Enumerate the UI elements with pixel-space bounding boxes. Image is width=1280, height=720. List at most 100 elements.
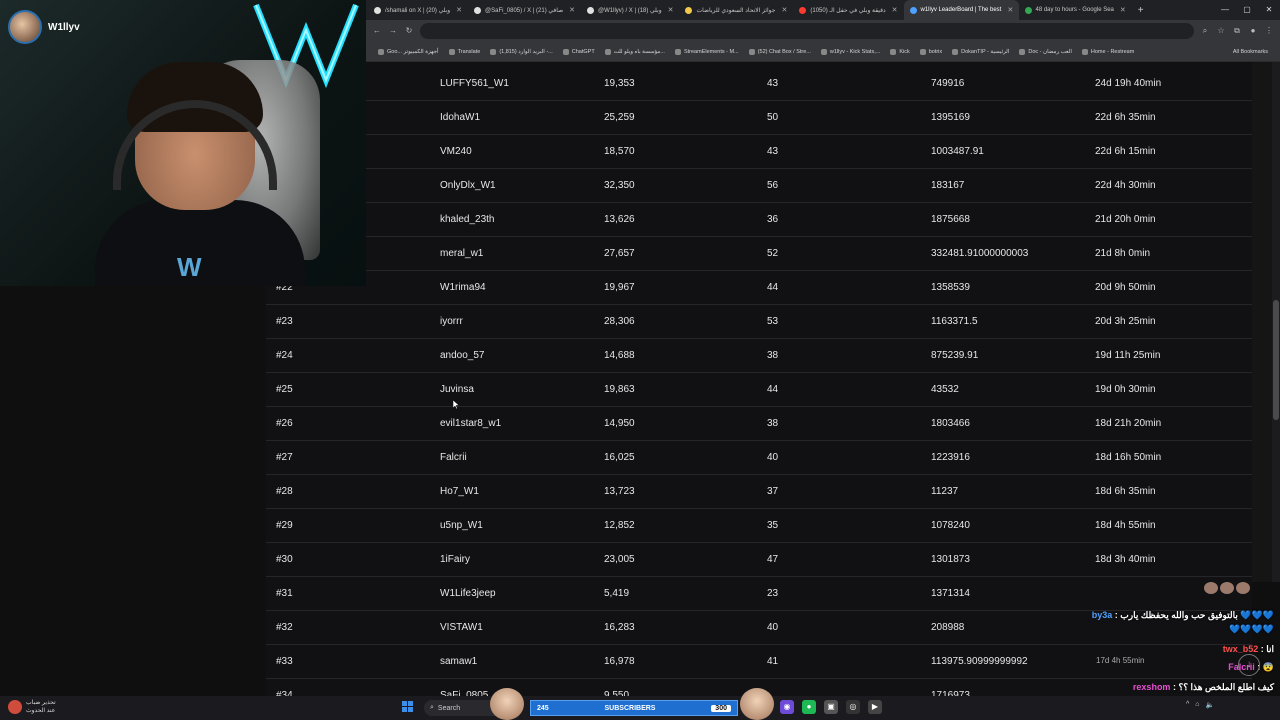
chat-text: كيف اطلع الملخص هذا ؟؟ [1178, 682, 1274, 692]
weather-widget[interactable]: تحذير ضباب عند الحدوث [8, 699, 56, 715]
zoom-icon[interactable]: ⌕ [1200, 26, 1210, 36]
bookmark-item[interactable]: Kick [890, 48, 910, 55]
bookmark-label: (1,815) البريد الوارد -... [499, 48, 553, 55]
table-row: #28 Ho7_W1 13,723 37 11237 18d 6h 35min [266, 475, 1252, 509]
minimize-icon[interactable]: — [1214, 0, 1236, 20]
level-cell: 38 [767, 350, 779, 361]
watch-time-cell: 22d 6h 35min [1095, 112, 1156, 123]
discord-icon[interactable]: ◉ [780, 700, 794, 714]
watch-time-cell: 18d 16h 50min [1095, 452, 1162, 463]
mascot-left-icon [490, 688, 524, 720]
close-icon[interactable]: ✕ [1258, 0, 1280, 20]
new-tab-button[interactable]: + [1132, 5, 1150, 16]
messages-cell: 16,025 [604, 452, 635, 463]
chevron-up-icon[interactable]: ^ [1186, 701, 1189, 709]
messages-cell: 19,863 [604, 384, 635, 395]
streamer-person: W [95, 62, 305, 286]
messages-cell: 16,283 [604, 622, 635, 633]
tab-favicon-icon [685, 6, 693, 14]
start-icon[interactable] [402, 701, 414, 713]
menu-icon[interactable]: ⋮ [1264, 26, 1274, 36]
browser-tab[interactable]: @W1llyv) / X | (18) وبلي ✕ [581, 0, 679, 20]
rank-cell: #28 [276, 486, 293, 497]
browser-tab[interactable]: (1050) دقيقة وبلي في حفل الـ ✕ [793, 0, 903, 20]
points-cell: 1358539 [931, 282, 970, 293]
watch-time-cell: 24d 19h 40min [1095, 78, 1162, 89]
username-cell: Falcrii [440, 452, 467, 463]
spotify-icon[interactable]: ● [802, 700, 816, 714]
all-bookmarks-button[interactable]: All Bookmarks [1233, 49, 1268, 55]
chat-username[interactable]: twx_b52 [1223, 644, 1259, 654]
bookmark-item[interactable]: botrix [919, 48, 942, 55]
profile-icon[interactable]: ● [1248, 26, 1258, 36]
username-cell: iyorrr [440, 316, 463, 327]
scrollbar-thumb[interactable] [1273, 300, 1279, 420]
subscriber-goal-widget: 245 SUBSCRIBERS 300 [530, 700, 738, 716]
tab-close-icon[interactable]: ✕ [1007, 6, 1013, 14]
level-cell: 41 [767, 656, 779, 667]
bookmark-item[interactable]: w1llyv - Kick Stats,... [820, 48, 880, 55]
bookmark-item[interactable]: DokanTIP - الرئيسية [952, 48, 1009, 55]
tab-close-icon[interactable]: ✕ [569, 6, 575, 14]
bookmark-item[interactable]: StreamElements - M... [674, 48, 739, 55]
browser-tab[interactable]: w1llyv LeaderBoard | The best ✕ [903, 0, 1019, 20]
bookmark-star-icon[interactable]: ☆ [1216, 26, 1226, 36]
bookmark-item[interactable]: (1,815) البريد الوارد -... [490, 48, 553, 55]
address-bar[interactable] [420, 23, 1194, 39]
chat-scroll-icon[interactable]: ↓ [1238, 654, 1260, 676]
browser-tab[interactable]: @SaFi_0805) / X | (21) صافي ✕ [468, 0, 581, 20]
username-cell: VM240 [440, 146, 472, 157]
bookmark-item[interactable]: Doc - العب رمضان [1019, 48, 1072, 55]
tab-close-icon[interactable]: ✕ [781, 6, 787, 14]
tab-close-icon[interactable]: ✕ [1120, 6, 1126, 14]
browser-tab[interactable]: 48 day to hours - Google Sea ✕ [1019, 0, 1132, 20]
search-icon: ⌕ [430, 704, 434, 711]
media-icon[interactable]: ▶ [868, 700, 882, 714]
points-cell: 332481.91000000003 [931, 248, 1029, 259]
app-icon[interactable]: ▣ [824, 700, 838, 714]
maximize-icon[interactable]: ▢ [1236, 0, 1258, 20]
bookmark-item[interactable]: (52) Chat Box / Stre... [748, 48, 811, 55]
username-cell: samaw1 [440, 656, 478, 667]
username-cell: Ho7_W1 [440, 486, 479, 497]
bookmark-item[interactable]: Goo... أجهزة الكمبيوتر [378, 48, 439, 55]
table-row: #24 andoo_57 14,688 38 875239.91 19d 11h 25mi… [266, 339, 1252, 373]
browser-tab[interactable]: /shamali on X | (20) وبلي ✕ [368, 0, 468, 20]
chat-text: بالتوفيق حب والله يحفظك يارب 💙💙💙 [1120, 610, 1274, 620]
bookmark-label: مؤسسة باه ويلو للت... [613, 48, 665, 55]
bookmark-favicon-icon [890, 48, 897, 55]
chat-username[interactable]: by3a [1092, 610, 1113, 620]
points-cell: 1875668 [931, 214, 970, 225]
reload-icon[interactable]: ↻ [404, 26, 414, 36]
watch-time-cell: 22d 6h 15min [1095, 146, 1156, 157]
bookmark-label: StreamElements - M... [683, 48, 739, 55]
level-cell: 47 [767, 554, 779, 565]
username-cell: khaled_23th [440, 214, 495, 225]
username-cell: W1Life3jeep [440, 588, 496, 599]
tab-close-icon[interactable]: ✕ [456, 6, 462, 14]
messages-cell: 14,688 [604, 350, 635, 361]
username-cell: u5np_W1 [440, 520, 483, 531]
browser-tab[interactable]: جوائز الاتحاد السعودي للرياضات ✕ [679, 0, 793, 20]
tab-close-icon[interactable]: ✕ [668, 6, 674, 14]
points-cell: 11237 [931, 486, 959, 497]
chat-username[interactable]: rexshom [1133, 682, 1171, 692]
subs-current: 245 [537, 704, 549, 712]
bookmark-item[interactable]: ChatGPT [562, 48, 595, 55]
table-row: #23 iyorrr 28,306 53 1163371.5 20d 3h 25min [266, 305, 1252, 339]
obs-icon[interactable]: ◎ [846, 700, 860, 714]
bookmark-item[interactable]: Home - Restream [1081, 48, 1134, 55]
bookmark-item[interactable]: مؤسسة باه ويلو للت... [604, 48, 665, 55]
tab-close-icon[interactable]: ✕ [892, 6, 898, 14]
forward-icon[interactable]: → [388, 26, 398, 36]
table-row: #27 Falcrii 16,025 40 1223916 18d 16h 50min [266, 441, 1252, 475]
network-icon[interactable]: ⌂ [1195, 701, 1199, 709]
subs-goal: 300 [711, 704, 731, 712]
back-icon[interactable]: ← [372, 26, 382, 36]
bookmark-item[interactable]: Translate [448, 48, 480, 55]
points-cell: 1716973 [931, 690, 970, 696]
extensions-icon[interactable]: ⧉ [1232, 26, 1242, 36]
messages-cell: 23,005 [604, 554, 635, 565]
volume-icon[interactable]: 🔈 [1206, 701, 1215, 709]
bookmark-favicon-icon [448, 48, 455, 55]
